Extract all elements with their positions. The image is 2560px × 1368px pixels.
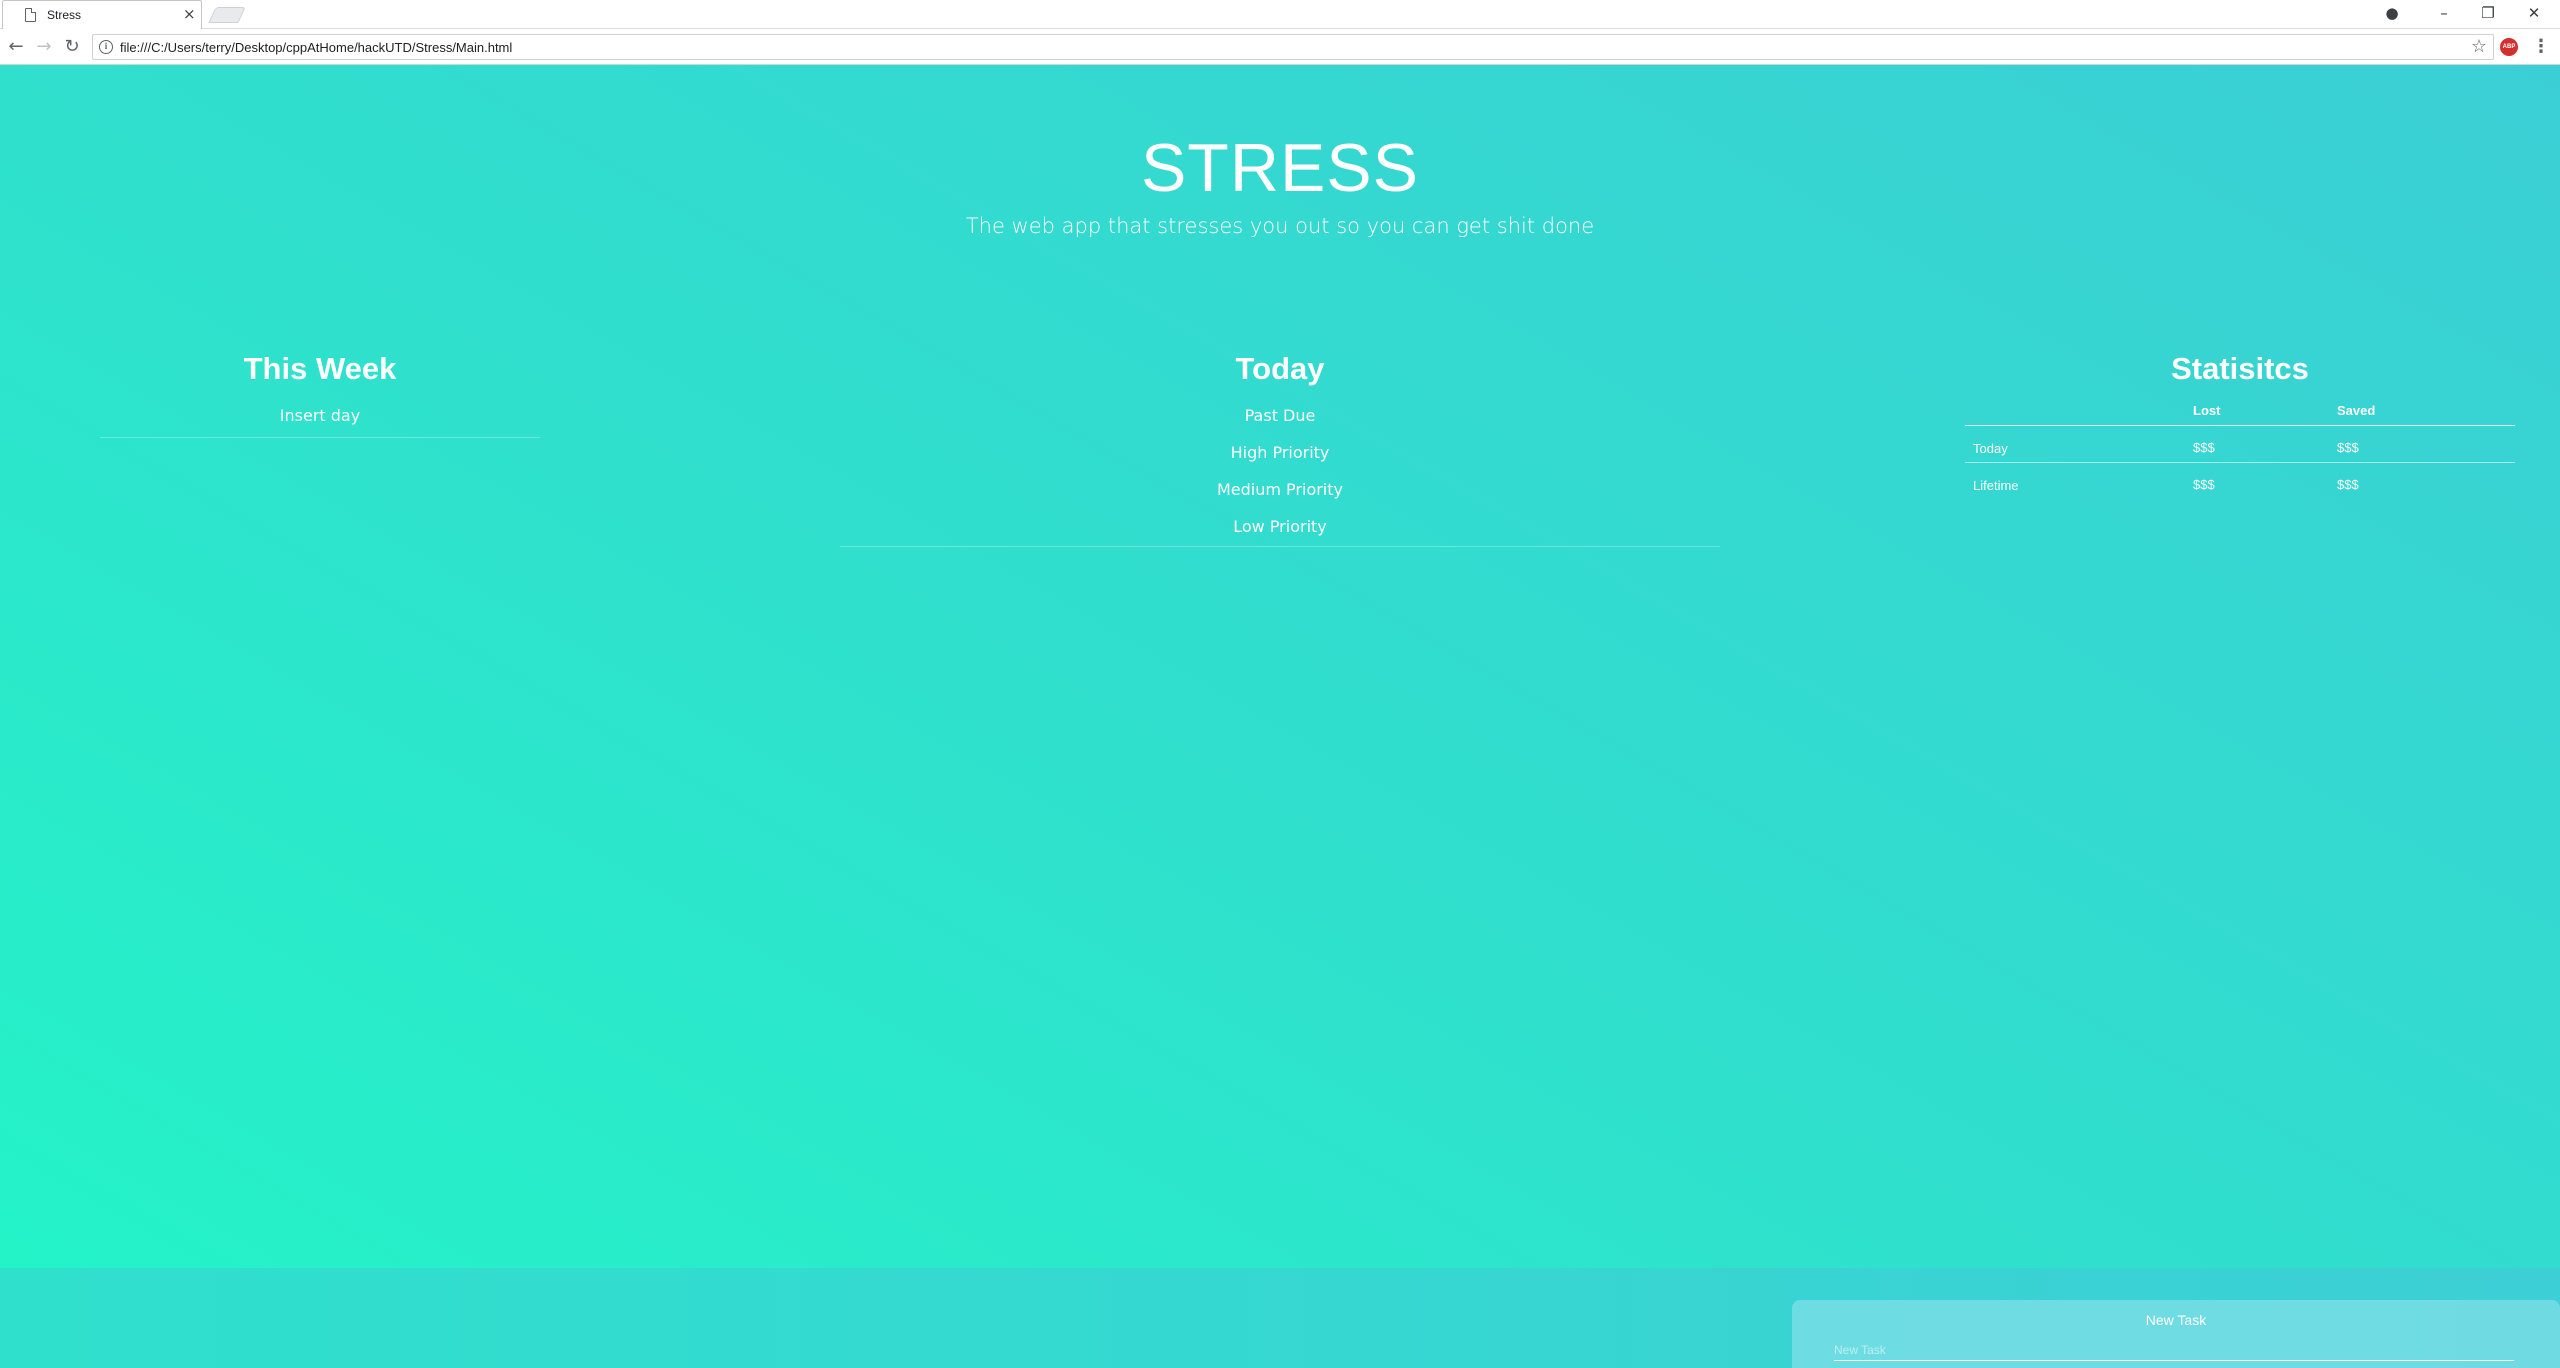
profile-icon[interactable]: ●: [2380, 3, 2404, 23]
minimize-button[interactable]: –: [2432, 3, 2456, 23]
stats-row-line: [1965, 462, 2515, 463]
new-tab-button[interactable]: [208, 7, 246, 23]
tab-title: Stress: [47, 8, 82, 22]
today-item-medium-priority[interactable]: Medium Priority: [840, 480, 1720, 499]
footer: New Task: [0, 1268, 2560, 1368]
stats-row-label: Lifetime: [1973, 478, 2019, 493]
browser-tab[interactable]: Stress ×: [2, 0, 202, 29]
new-task-title: New Task: [2145, 1312, 2207, 1328]
page-subtitle: The web app that stresses you out so you…: [965, 214, 1595, 238]
stats-col-saved: Saved: [2337, 403, 2376, 418]
stats-row-saved: $$$: [2337, 440, 2359, 455]
browser-toolbar: ← → ↻ i file:///C:/Users/terry/Desktop/c…: [0, 29, 2560, 65]
page: STRESS The web app that stresses you out…: [0, 65, 2560, 1368]
new-task-input[interactable]: [1834, 1339, 2514, 1361]
page-icon: [25, 8, 36, 22]
close-window-button[interactable]: ✕: [2522, 3, 2546, 23]
page-title: STRESS: [1140, 130, 1420, 206]
stats-row-lost: $$$: [2193, 477, 2215, 492]
restore-button[interactable]: ❐: [2476, 3, 2500, 23]
adblock-icon[interactable]: ABP: [2500, 38, 2518, 56]
forward-button[interactable]: →: [32, 36, 56, 58]
today-divider: [840, 546, 1720, 547]
today-item-high-priority[interactable]: High Priority: [840, 443, 1720, 462]
address-bar[interactable]: i file:///C:/Users/terry/Desktop/cppAtHo…: [92, 34, 2494, 60]
today-item-past-due[interactable]: Past Due: [840, 406, 1720, 425]
reload-button[interactable]: ↻: [60, 36, 84, 58]
new-task-panel: New Task: [1792, 1300, 2560, 1368]
week-day-item[interactable]: Insert day: [100, 406, 540, 425]
today-heading: Today: [1235, 351, 1325, 386]
menu-icon[interactable]: ⋮: [2532, 36, 2550, 57]
stats-col-lost: Lost: [2193, 403, 2221, 418]
url-text[interactable]: file:///C:/Users/terry/Desktop/cppAtHome…: [120, 40, 512, 55]
stats-row-lost: $$$: [2193, 440, 2215, 455]
star-icon[interactable]: ☆: [2471, 36, 2487, 57]
stats-row-saved: $$$: [2337, 477, 2359, 492]
week-heading: This Week: [243, 351, 397, 386]
stats-header-line: [1965, 425, 2515, 426]
back-button[interactable]: ←: [4, 36, 28, 58]
tab-close-icon[interactable]: ×: [183, 5, 196, 23]
info-icon[interactable]: i: [99, 40, 113, 54]
today-item-low-priority[interactable]: Low Priority: [840, 517, 1720, 536]
stats-heading: Statisitcs: [2171, 351, 2309, 386]
tab-strip: Stress × ● – ❐ ✕: [0, 0, 2560, 29]
stats-row-label: Today: [1973, 441, 2008, 456]
week-divider: [100, 437, 540, 438]
